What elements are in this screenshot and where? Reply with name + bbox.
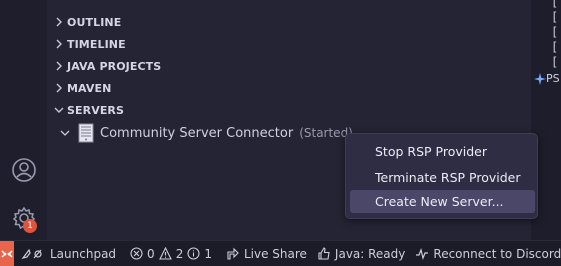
section-java-projects[interactable]: JAVA PROJECTS xyxy=(47,55,531,77)
accounts-icon[interactable] xyxy=(0,150,47,190)
launchpad-label: Launchpad xyxy=(50,246,117,261)
info-icon xyxy=(187,247,200,260)
menu-item-stop-rsp-provider[interactable]: Stop RSP Provider xyxy=(350,140,535,163)
gear-icon[interactable] xyxy=(0,198,47,238)
section-label: TIMELINE xyxy=(67,37,126,51)
section-label: OUTLINE xyxy=(67,15,122,29)
context-menu: Stop RSP Provider Terminate RSP Provider… xyxy=(345,133,538,219)
ps-text: PS xyxy=(546,72,560,85)
section-maven[interactable]: MAVEN xyxy=(47,77,531,99)
error-icon xyxy=(130,247,143,260)
chevron-right-icon xyxy=(53,83,65,93)
live-share-icon xyxy=(227,247,239,260)
settings-badge: 1 xyxy=(23,219,37,233)
info-count: 1 xyxy=(204,246,212,261)
chevron-right-icon xyxy=(53,17,65,27)
problems-item[interactable]: 0 2 1 xyxy=(130,247,216,261)
section-label: JAVA PROJECTS xyxy=(67,59,162,73)
java-status-item[interactable]: Java: Ready xyxy=(317,247,405,261)
code-text: [ xyxy=(551,40,559,54)
status-bar: Launchpad 0 2 1 Live Share Java: Ready R… xyxy=(0,240,561,266)
section-servers[interactable]: SERVERS xyxy=(47,99,531,121)
server-icon xyxy=(78,123,94,143)
chevron-down-icon xyxy=(58,129,72,137)
remote-indicator[interactable] xyxy=(0,240,14,266)
discord-item[interactable]: Reconnect to Discord xyxy=(415,247,561,261)
code-text: [ xyxy=(551,10,559,24)
section-label: MAVEN xyxy=(67,81,112,95)
pulse-icon xyxy=(416,247,429,260)
live-share-label: Live Share xyxy=(243,246,307,261)
thumbs-up-icon xyxy=(318,246,330,260)
section-label: SERVERS xyxy=(67,103,125,117)
live-share-item[interactable]: Live Share xyxy=(226,247,307,261)
code-text: [ xyxy=(551,25,559,39)
warning-count: 2 xyxy=(175,246,184,261)
chevron-right-icon xyxy=(53,61,65,71)
code-text: [ xyxy=(551,0,559,9)
menu-item-terminate-rsp-provider[interactable]: Terminate RSP Provider xyxy=(350,166,535,189)
java-status-label: Java: Ready xyxy=(334,246,406,261)
activity-bar: 1 xyxy=(0,0,47,240)
section-outline[interactable]: OUTLINE xyxy=(47,11,531,33)
ps-label: PS xyxy=(534,72,560,85)
section-timeline[interactable]: TIMELINE xyxy=(47,33,531,55)
chevron-right-icon xyxy=(53,39,65,49)
chevron-down-icon xyxy=(53,106,65,114)
server-name: Community Server Connector xyxy=(100,125,294,141)
launchpad-item[interactable]: Launchpad xyxy=(20,247,116,261)
remote-icon xyxy=(1,249,13,258)
menu-item-create-new-server[interactable]: Create New Server... xyxy=(350,190,535,213)
code-text: [ xyxy=(551,55,559,69)
error-count: 0 xyxy=(147,246,155,261)
warning-icon xyxy=(158,247,172,260)
rocket-icon xyxy=(21,248,42,259)
sparkle-icon xyxy=(534,72,546,85)
discord-label: Reconnect to Discord xyxy=(433,246,561,261)
